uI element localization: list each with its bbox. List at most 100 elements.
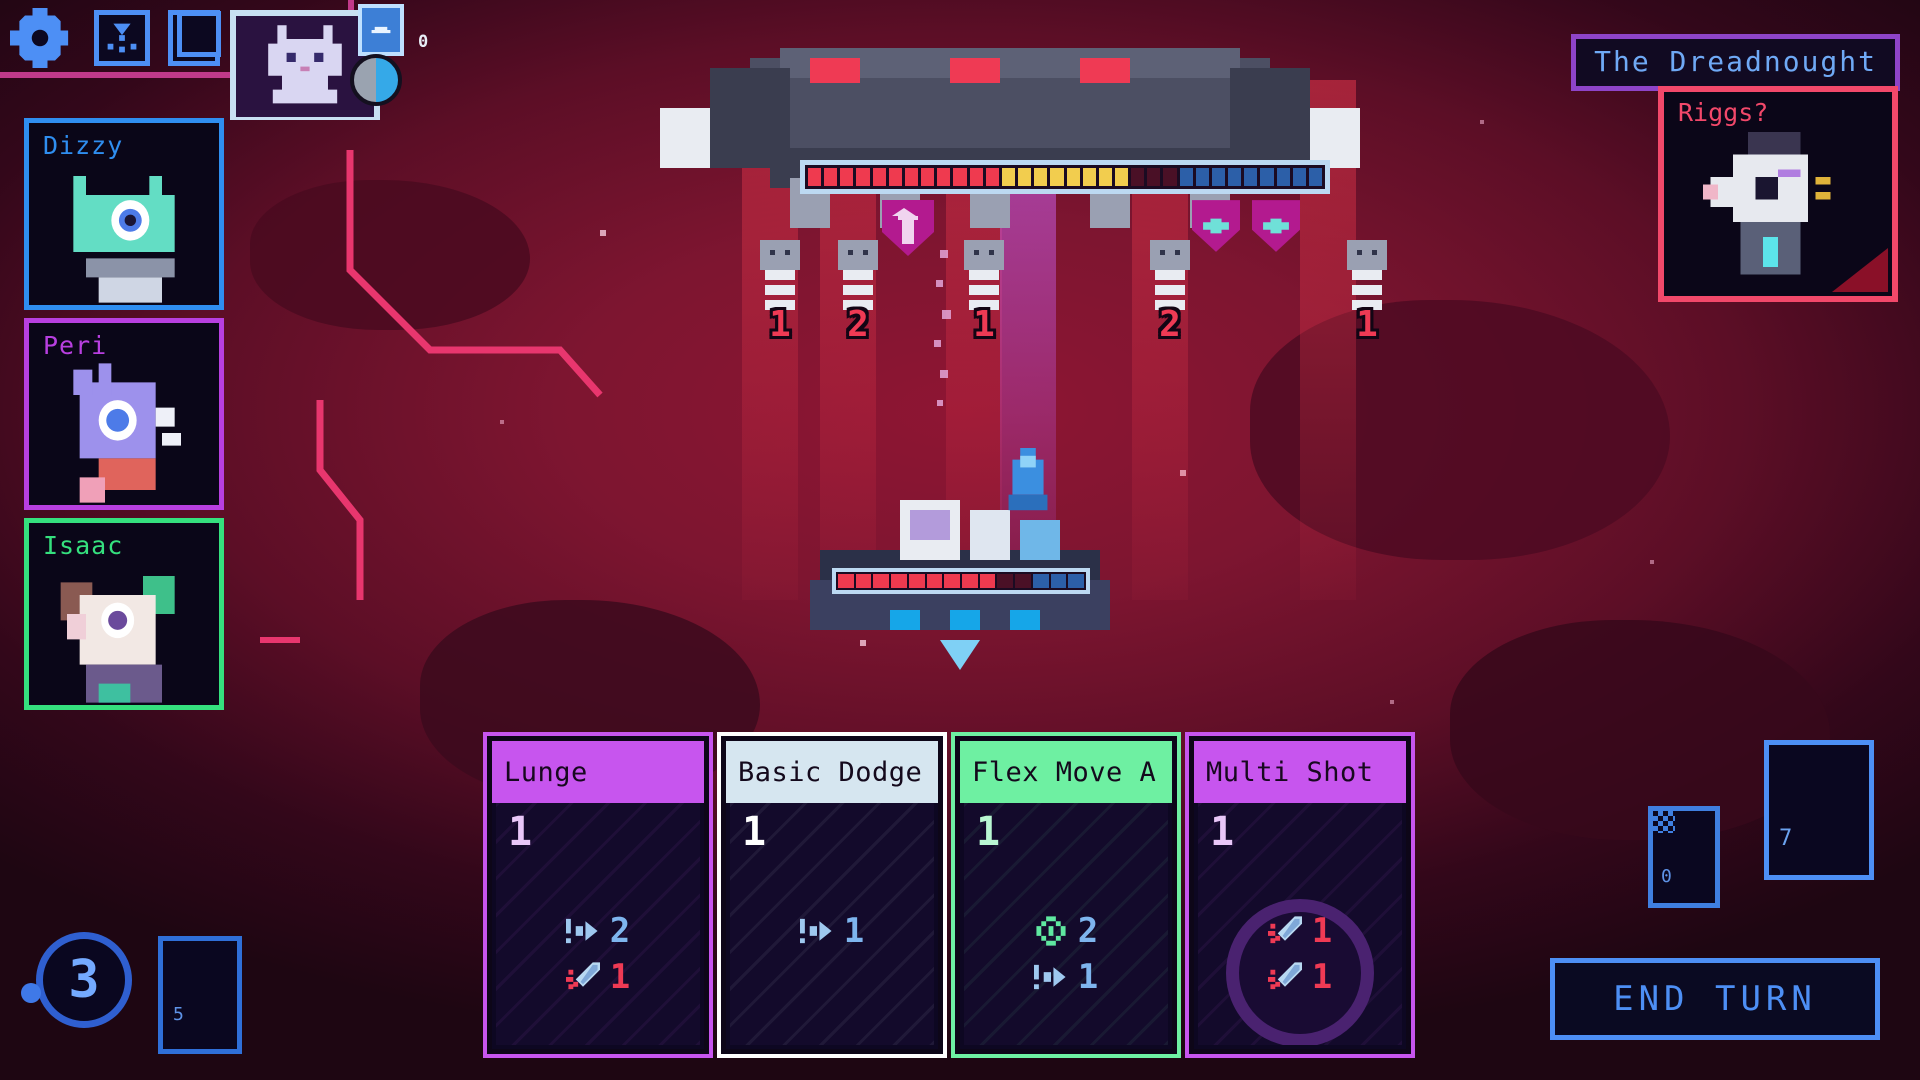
card-effect-row-1: 1 [1033, 957, 1098, 997]
health-segment [1211, 168, 1226, 186]
player-mech-icon [1000, 448, 1056, 518]
card-effects: 2 1 [496, 911, 700, 997]
card-effects: 1 [730, 911, 934, 951]
end-turn-button[interactable]: END TURN [1550, 958, 1880, 1040]
card-multi-shot[interactable]: Multi Shot 1 1 1 [1189, 736, 1411, 1054]
health-segment [840, 168, 854, 186]
health-segment [908, 574, 925, 588]
enemy-drone-2[interactable]: 2 [828, 240, 888, 345]
card-body: 1 1 [730, 803, 934, 1045]
card-flex-move-a[interactable]: Flex Move A 1 2 1 [955, 736, 1177, 1054]
nebula-blob [250, 180, 530, 330]
enemy-drone-5[interactable]: 1 [1337, 240, 1397, 345]
card-hand: Lunge 1 2 1 Basic Dodge 1 1 Flex Move A … [487, 736, 1411, 1054]
card-effect-row-0: 1 [1267, 911, 1332, 951]
health-segment [1015, 574, 1031, 588]
health-segment [1032, 574, 1049, 588]
card-cost: 1 [1210, 809, 1235, 855]
health-segment [997, 574, 1014, 588]
card-body: 1 2 1 [496, 803, 700, 1045]
card-effect-value: 1 [1311, 957, 1333, 997]
health-segment [979, 574, 996, 588]
party-member-dizzy[interactable]: Dizzy [24, 118, 224, 310]
health-segment [891, 574, 907, 588]
health-segment [1114, 168, 1129, 186]
goat-alien-portrait-icon [29, 557, 219, 705]
health-segment [944, 574, 961, 588]
card-effect-row-0: 1 [799, 911, 865, 951]
enemy-name: Riggs? [1678, 98, 1769, 127]
deck-button[interactable] [168, 10, 221, 66]
health-segment [985, 168, 999, 186]
health-segment [1050, 168, 1064, 186]
health-segment [856, 168, 870, 186]
stage-title: The Dreadnought [1571, 34, 1900, 91]
card-lunge[interactable]: Lunge 1 2 1 [487, 736, 709, 1054]
card-effect-value: 2 [1077, 911, 1099, 951]
gear-icon[interactable] [10, 8, 70, 68]
enemy-drone-1[interactable]: 1 [750, 240, 810, 345]
card-effect-row-1: 1 [565, 957, 630, 997]
health-segment [1179, 168, 1193, 186]
enemy-portrait-panel[interactable]: Riggs? [1658, 86, 1898, 302]
card-effects: 1 1 [1198, 911, 1402, 997]
health-segment [888, 168, 902, 186]
health-segment [1001, 168, 1016, 186]
enemy-drone-4[interactable]: 2 [1140, 240, 1200, 345]
rhino-alien-portrait-icon [29, 357, 219, 505]
card-title: Flex Move A [960, 741, 1172, 803]
enemy-shield-icon [1192, 200, 1240, 252]
sword-attack-icon [1267, 962, 1302, 990]
health-segment [1050, 574, 1067, 588]
health-segment [1147, 168, 1161, 186]
health-segment [1244, 168, 1258, 186]
health-segment [1066, 168, 1080, 186]
card-basic-dodge[interactable]: Basic Dodge 1 1 [721, 736, 943, 1054]
party-member-isaac[interactable]: Isaac [24, 518, 224, 710]
card-effect-value: 1 [843, 911, 865, 951]
map-button[interactable] [94, 10, 150, 66]
sword-attack-icon [1267, 916, 1302, 944]
party-member-name: Isaac [43, 531, 124, 560]
enemy-hp-value: 2 [847, 304, 869, 345]
enemy-drone-icon [1347, 240, 1387, 310]
card-cost: 1 [742, 809, 767, 855]
energy-counter: 3 [21, 932, 132, 1028]
diamond-move-icon [1036, 916, 1066, 946]
party-member-peri[interactable]: Peri [24, 318, 224, 510]
health-segment [921, 168, 935, 186]
health-segment [1260, 168, 1274, 186]
draw-count: 7 [1779, 826, 1793, 851]
moon-phase-badge-icon[interactable] [350, 54, 402, 106]
card-title: Multi Shot [1194, 741, 1406, 803]
health-segment [1276, 168, 1290, 186]
health-segment [1082, 168, 1096, 186]
health-segment [953, 168, 967, 186]
panel-corner-accent [1832, 248, 1888, 292]
game-screen: 0 Dizzy Peri Isaac 1 2 1 2 1 The Dreadno… [0, 0, 1920, 1080]
card-effect-value: 2 [609, 911, 631, 951]
enemy-drone-icon [1150, 240, 1190, 310]
card-cost: 1 [508, 809, 533, 855]
card-effects: 2 1 [964, 911, 1168, 997]
discard-pile[interactable]: 0 [1648, 806, 1720, 908]
health-segment [1131, 168, 1145, 186]
shield-badge-icon[interactable] [358, 4, 404, 56]
discard-checker-accent [1653, 811, 1675, 833]
health-segment [1292, 168, 1306, 186]
health-segment [1018, 168, 1032, 186]
health-segment [838, 574, 854, 588]
enemy-drone-icon [838, 240, 878, 310]
health-segment [824, 168, 838, 186]
enemy-hp-value: 1 [769, 304, 791, 345]
party-member-name: Peri [43, 331, 108, 360]
deck-pile[interactable]: 5 [158, 936, 242, 1054]
health-segment [873, 574, 890, 588]
health-segment [1068, 574, 1085, 588]
deck-count: 5 [173, 1004, 184, 1025]
draw-pile[interactable]: 7 [1764, 740, 1874, 880]
enemy-hp-value: 2 [1159, 304, 1181, 345]
health-segment [926, 574, 943, 588]
card-cost: 1 [976, 809, 1001, 855]
badge-count: 0 [418, 32, 429, 52]
